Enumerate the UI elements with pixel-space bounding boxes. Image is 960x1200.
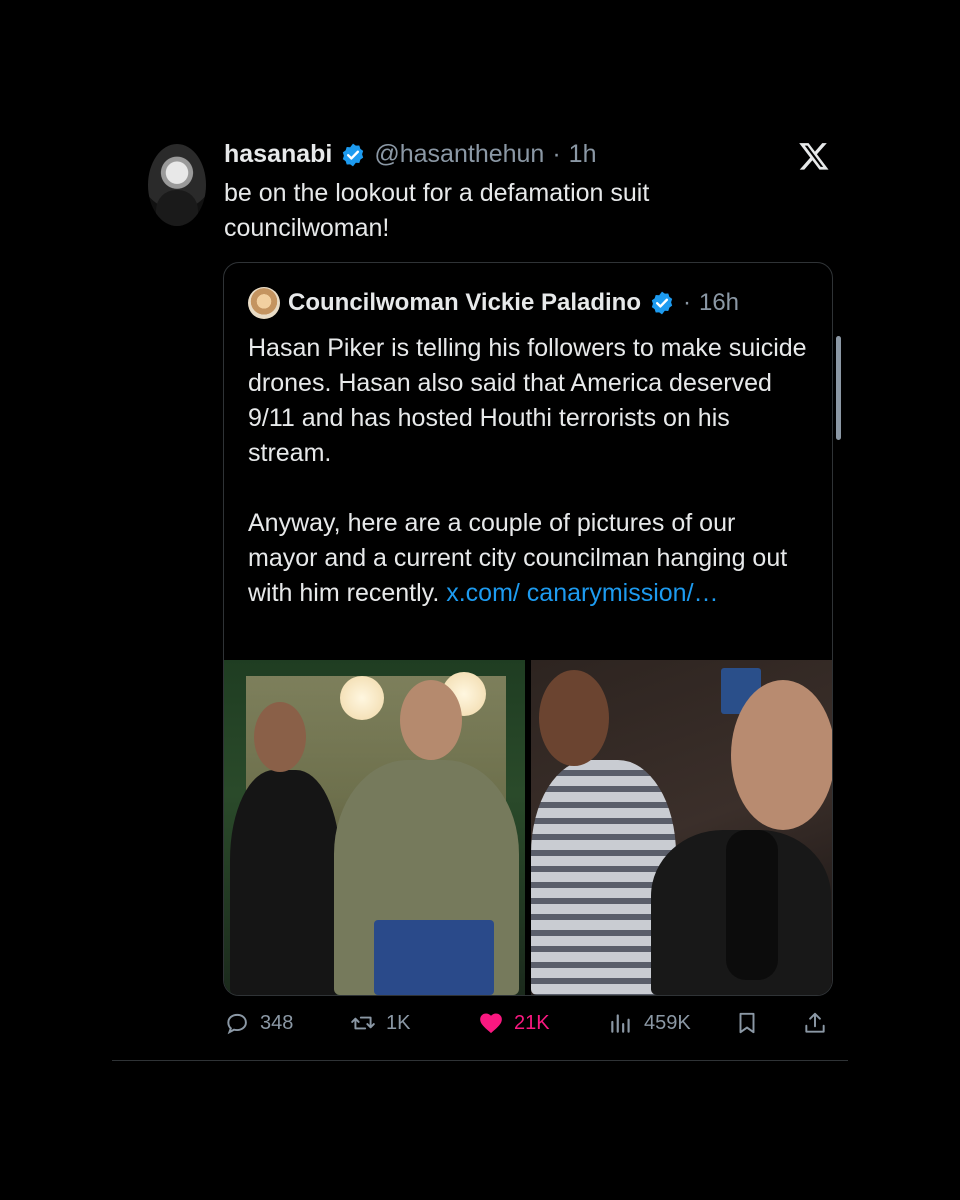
quoted-tweet[interactable]: Councilwoman Vickie Paladino · 16h Hasan… [223, 262, 833, 996]
heart-icon [480, 1013, 502, 1034]
share-icon [805, 1012, 825, 1033]
quoted-link[interactable]: x.com/ canarymission/… [446, 579, 718, 607]
person-right-head [400, 680, 462, 760]
verified-badge-icon [651, 291, 673, 315]
repost-count: 1K [386, 1011, 411, 1034]
scrollbar-thumb[interactable] [836, 336, 841, 440]
repost-button[interactable]: 1K [350, 1010, 410, 1036]
person-left [230, 770, 340, 995]
separator-dot: · [552, 140, 561, 168]
person-black-head [731, 680, 832, 830]
reply-count: 348 [260, 1011, 294, 1034]
author-handle[interactable]: @hasanthehun [374, 140, 544, 169]
bookmark-icon [739, 1012, 755, 1034]
lamp [340, 676, 384, 720]
tweet-header: hasanabi @hasanthehun · 1h [224, 140, 596, 169]
tweet-text: be on the lookout for a defamation suit … [224, 179, 650, 242]
microphone [726, 830, 778, 980]
person-right-jeans [374, 920, 494, 995]
quoted-header: Councilwoman Vickie Paladino · 16h [248, 287, 739, 319]
author-name[interactable]: hasanabi [224, 140, 332, 169]
divider [112, 1060, 848, 1061]
like-count: 21K [514, 1011, 550, 1034]
x-logo-icon [799, 143, 829, 170]
views-icon [611, 1014, 630, 1033]
quoted-timestamp[interactable]: 16h [699, 289, 739, 317]
views-count: 459K [644, 1011, 691, 1034]
photo-left[interactable] [224, 660, 525, 995]
bookmark-button[interactable] [734, 1010, 760, 1036]
verified-badge-icon [343, 143, 364, 166]
person-left-head [254, 702, 306, 772]
like-button[interactable]: 21K [478, 1010, 550, 1036]
share-button[interactable] [802, 1010, 828, 1036]
photo-right[interactable] [531, 660, 832, 995]
action-bar: 348 1K 21K 459K [224, 1010, 834, 1040]
author-avatar[interactable] [148, 144, 206, 226]
quoted-avatar[interactable] [248, 287, 280, 319]
reply-button[interactable]: 348 [224, 1010, 293, 1036]
views-button[interactable]: 459K [608, 1010, 691, 1036]
separator-dot: · [682, 289, 691, 316]
timestamp[interactable]: 1h [569, 140, 597, 169]
quoted-paragraph-2: Anyway, here are a couple of pictures of… [248, 506, 808, 611]
reply-icon [227, 1013, 247, 1035]
repost-icon [351, 1016, 375, 1030]
quoted-paragraph-1: Hasan Piker is telling his followers to … [248, 334, 807, 467]
person-striped-head [539, 670, 609, 766]
quoted-text: Hasan Piker is telling his followers to … [248, 331, 808, 611]
quoted-media [224, 660, 832, 995]
quoted-author-name[interactable]: Councilwoman Vickie Paladino [288, 289, 641, 317]
